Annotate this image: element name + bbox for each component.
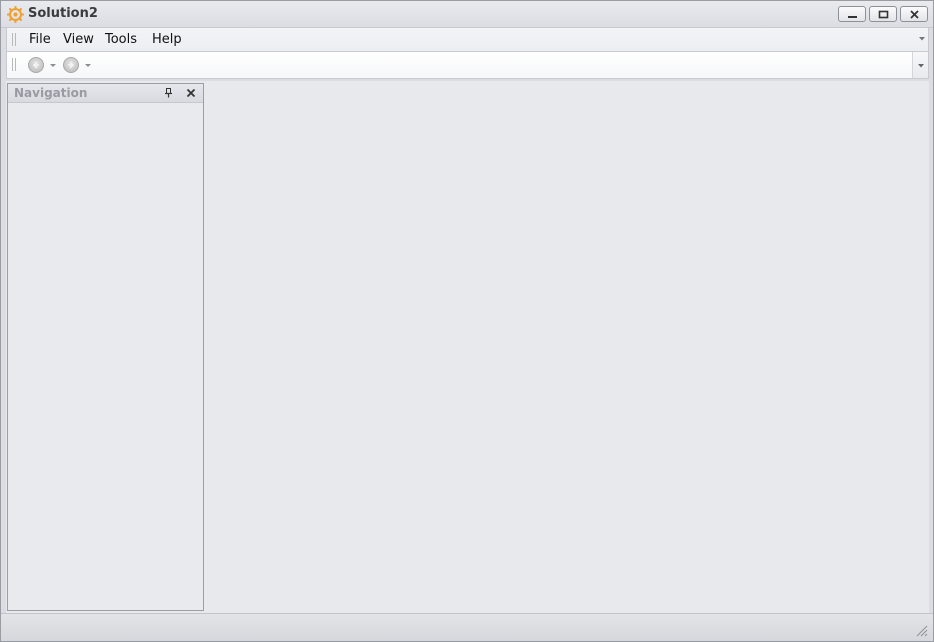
navigation-panel: Navigation — [7, 83, 204, 611]
toolbar-overflow-button[interactable] — [912, 52, 928, 78]
back-dropdown-icon[interactable] — [50, 64, 56, 67]
window-title: Solution2 — [28, 6, 98, 21]
application-window: Solution2 File View Tools Help Navigatio… — [0, 0, 934, 642]
back-arrow-icon — [32, 61, 39, 69]
menu-bar: File View Tools Help — [6, 28, 929, 51]
title-bar[interactable]: Solution2 — [1, 1, 933, 28]
chevron-down-icon — [918, 64, 924, 68]
resize-grip-icon[interactable] — [914, 623, 928, 637]
menubar-grip-handle[interactable] — [12, 33, 16, 46]
menu-file[interactable]: File — [29, 31, 51, 48]
maximize-button[interactable] — [869, 6, 897, 22]
back-button[interactable] — [28, 57, 44, 73]
toolbar — [6, 51, 929, 79]
close-icon — [910, 10, 919, 19]
forward-dropdown-icon[interactable] — [85, 64, 91, 67]
pin-icon[interactable] — [164, 88, 173, 98]
menu-help[interactable]: Help — [152, 31, 182, 48]
forward-arrow-icon — [68, 61, 75, 69]
minimize-icon — [848, 16, 857, 18]
menu-overflow-icon[interactable] — [918, 36, 926, 42]
menu-view[interactable]: View — [63, 31, 94, 48]
forward-button[interactable] — [63, 57, 79, 73]
close-window-button[interactable] — [900, 6, 928, 22]
navigation-panel-title: Navigation — [14, 86, 88, 100]
maximize-icon — [878, 10, 889, 19]
minimize-button[interactable] — [838, 6, 866, 22]
navigation-panel-header[interactable]: Navigation — [8, 84, 203, 103]
close-panel-icon[interactable] — [186, 88, 196, 98]
app-logo-icon — [7, 6, 24, 23]
status-bar — [1, 613, 933, 641]
menu-tools[interactable]: Tools — [105, 31, 137, 48]
toolbar-grip-handle[interactable] — [12, 58, 16, 71]
